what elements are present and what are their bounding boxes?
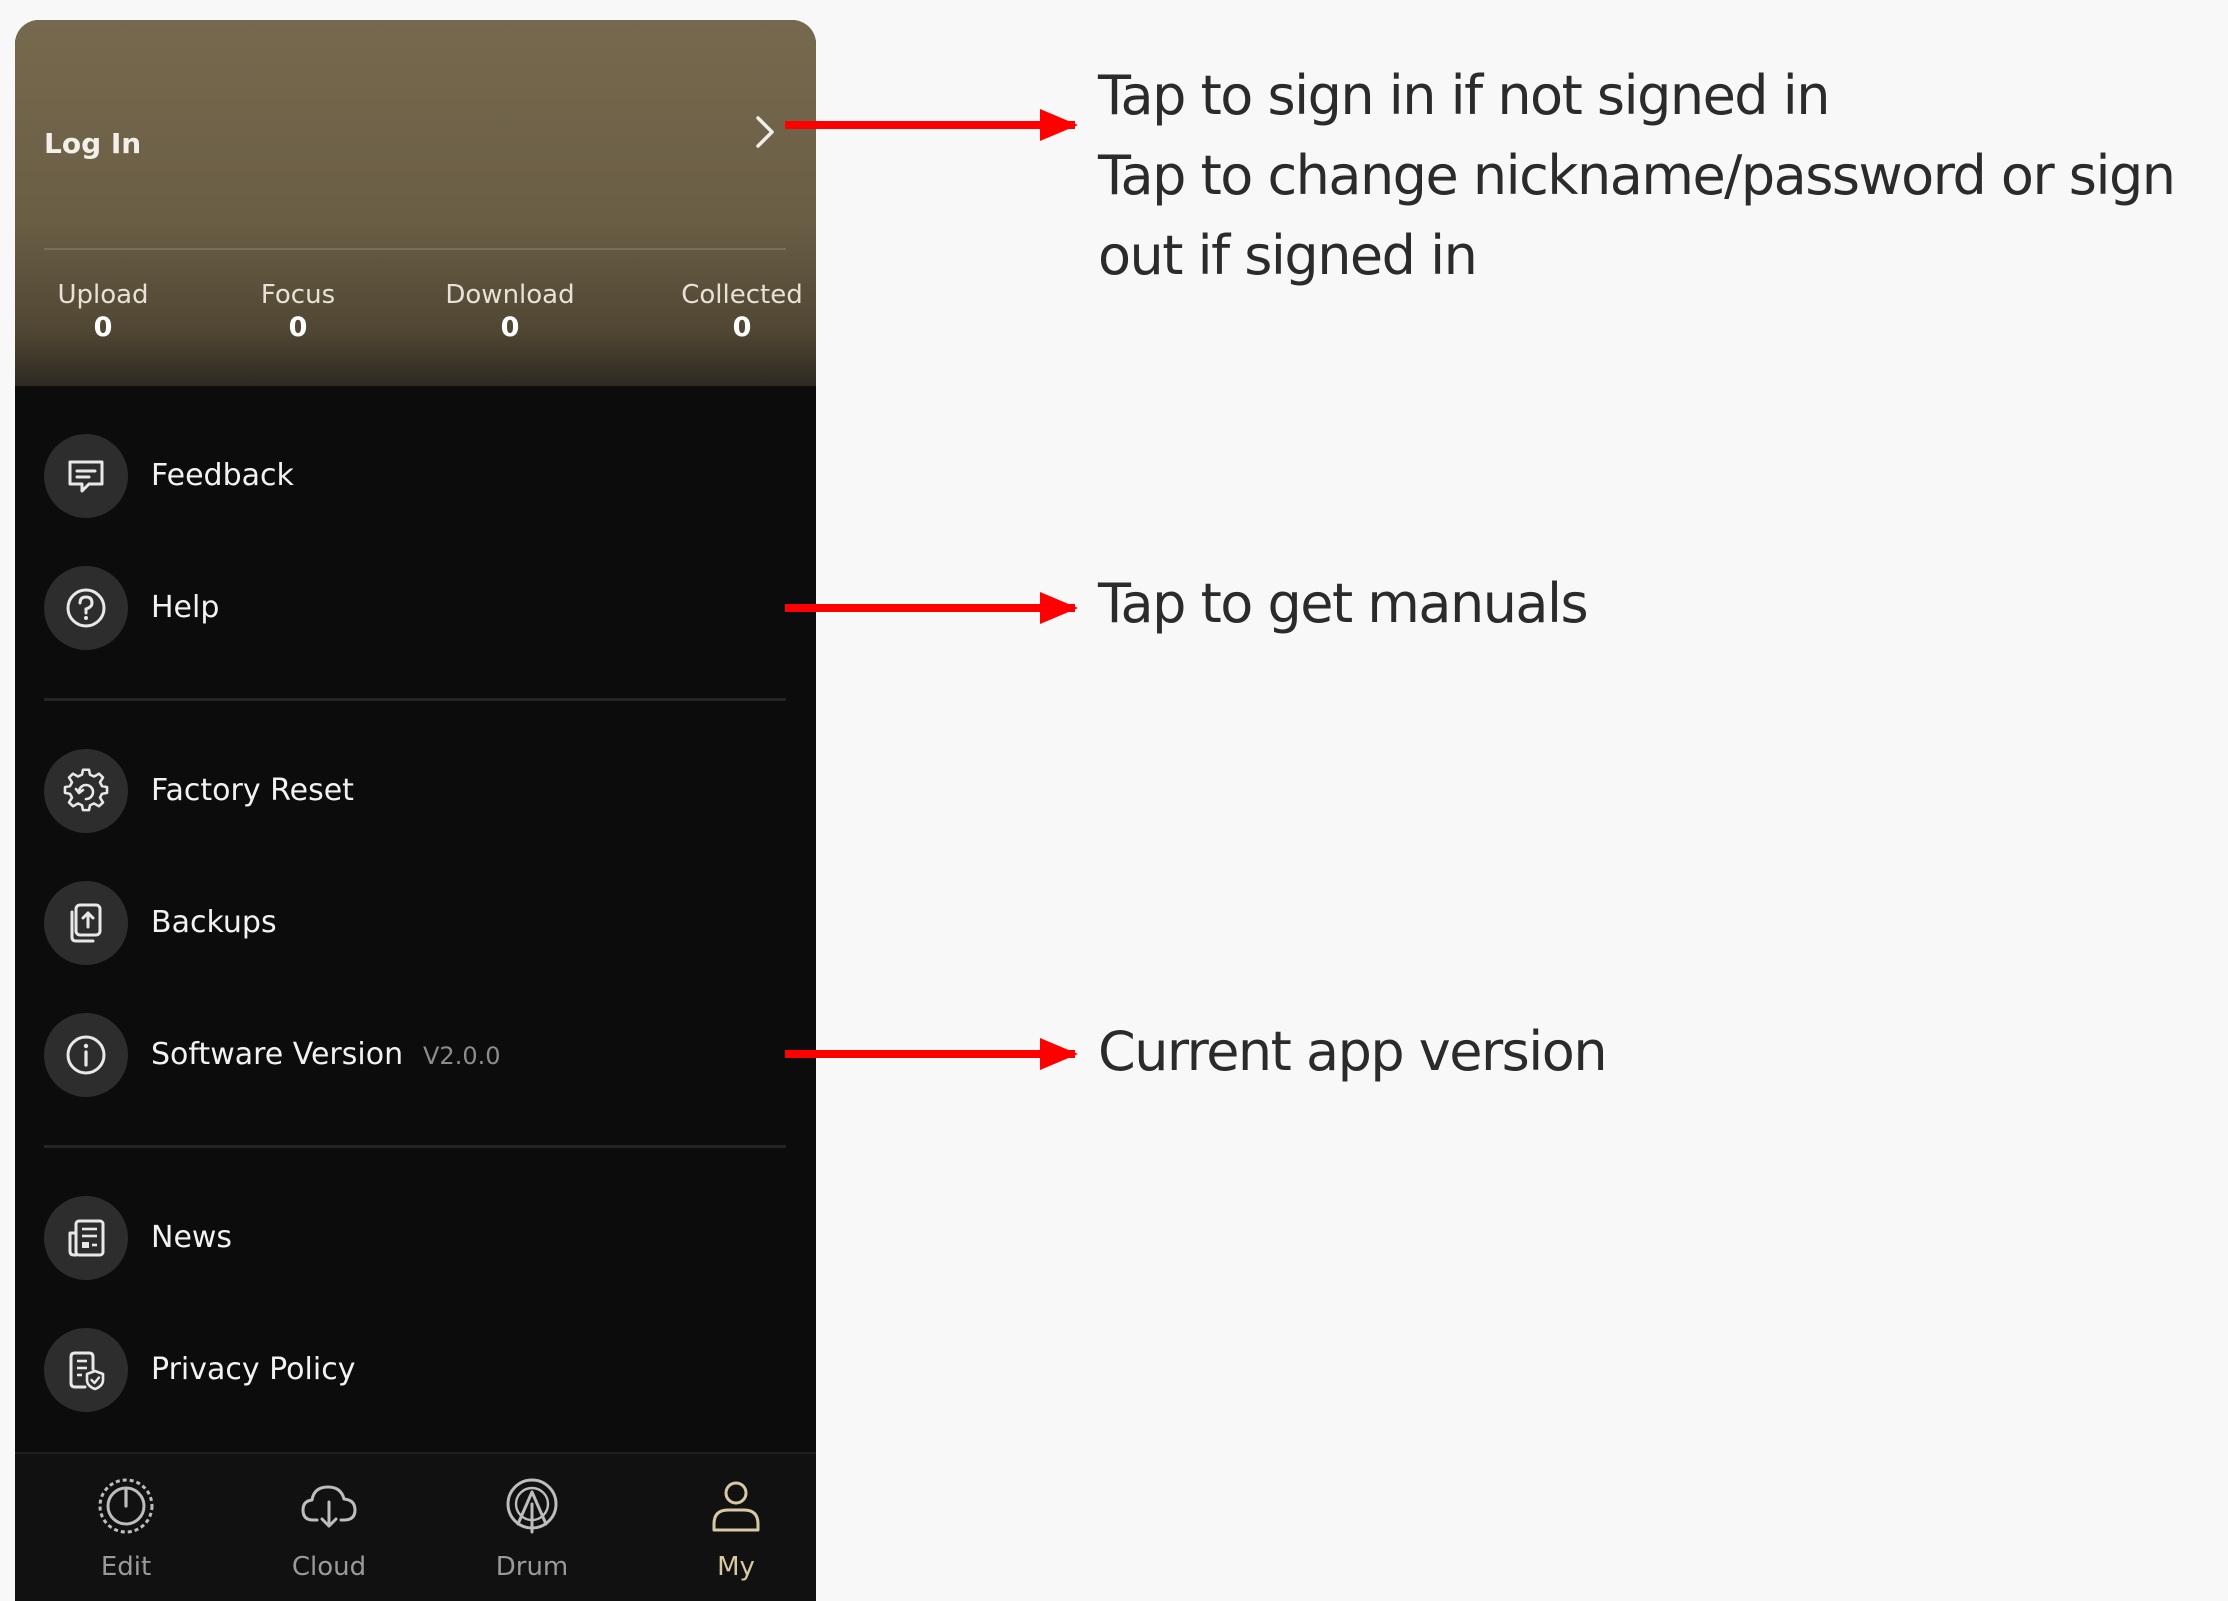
stat-focus[interactable]: Focus 0 — [213, 278, 383, 344]
stat-label: Focus — [260, 280, 336, 310]
stat-download[interactable]: Download 0 — [425, 278, 595, 344]
privacy-document-icon — [44, 1328, 128, 1412]
app-screen: Log In Upload 0 Focus 0 Download 0 Colle… — [15, 20, 816, 1601]
version-value: V2.0.0 — [423, 1042, 501, 1070]
stat-value: 0 — [500, 312, 520, 343]
edit-knob-icon — [94, 1474, 158, 1538]
annotation-version: Current app version — [1098, 1020, 1608, 1083]
tab-label-my: My — [717, 1552, 755, 1582]
tab-label-cloud: Cloud — [291, 1552, 367, 1582]
tab-my[interactable]: My — [636, 1454, 816, 1601]
cloud-download-icon — [297, 1474, 361, 1538]
annotation-login-line2: Tap to change nickname/password or sign — [1098, 144, 2176, 207]
drum-icon — [500, 1474, 564, 1538]
user-icon — [704, 1474, 768, 1538]
section-divider — [44, 1145, 786, 1148]
stat-label: Upload — [57, 280, 149, 310]
chevron-right-icon[interactable] — [750, 112, 780, 152]
stat-value: 0 — [288, 312, 308, 343]
stat-label: Collected — [681, 280, 803, 310]
menu-label-backups: Backups — [151, 905, 277, 940]
annotation-arrowhead-version — [1040, 1038, 1078, 1070]
tab-label-drum: Drum — [495, 1552, 569, 1582]
menu-item-software-version[interactable]: Software Version V2.0.0 — [15, 995, 816, 1115]
annotation-arrowhead-login — [1040, 109, 1078, 141]
menu-label-factory-reset: Factory Reset — [151, 773, 354, 808]
stat-collected[interactable]: Collected 0 — [657, 278, 816, 344]
annotation-help: Tap to get manuals — [1098, 572, 1589, 635]
annotation-arrow-version — [785, 1050, 1075, 1058]
account-header: Log In Upload 0 Focus 0 Download 0 Colle… — [15, 20, 816, 386]
login-label[interactable]: Log In — [44, 128, 141, 160]
menu-item-factory-reset[interactable]: Factory Reset — [15, 731, 816, 851]
menu-item-help[interactable]: Help — [15, 548, 816, 668]
menu-item-news[interactable]: News — [15, 1178, 816, 1298]
tab-edit[interactable]: Edit — [26, 1454, 226, 1601]
stat-label: Download — [445, 280, 575, 310]
stat-value: 0 — [732, 312, 752, 343]
stat-upload[interactable]: Upload 0 — [18, 278, 188, 344]
annotation-arrow-help — [785, 604, 1075, 612]
tab-label-edit: Edit — [100, 1552, 152, 1582]
info-icon — [44, 1013, 128, 1097]
annotation-login-line1: Tap to sign in if not signed in — [1098, 64, 1830, 127]
stat-value: 0 — [93, 312, 113, 343]
menu-label-feedback: Feedback — [151, 458, 294, 493]
tab-cloud[interactable]: Cloud — [229, 1454, 429, 1601]
section-divider — [44, 698, 786, 701]
feedback-icon — [44, 434, 128, 518]
header-divider — [44, 248, 786, 250]
menu-label-news: News — [151, 1220, 233, 1255]
tab-bar: Edit Cloud Drum My — [15, 1452, 816, 1601]
help-icon — [44, 566, 128, 650]
backup-icon — [44, 881, 128, 965]
tab-drum[interactable]: Drum — [432, 1454, 632, 1601]
menu-item-privacy-policy[interactable]: Privacy Policy — [15, 1310, 816, 1430]
news-icon — [44, 1196, 128, 1280]
menu-label-software-version: Software Version — [151, 1037, 404, 1072]
menu-label-privacy-policy: Privacy Policy — [151, 1352, 356, 1387]
menu-item-backups[interactable]: Backups — [15, 863, 816, 983]
annotation-arrowhead-help — [1040, 592, 1078, 624]
menu-item-feedback[interactable]: Feedback — [15, 416, 816, 536]
gear-icon — [44, 749, 128, 833]
menu-label-help: Help — [151, 590, 220, 625]
annotation-arrow-login — [785, 121, 1075, 129]
annotation-login-line3: out if signed in — [1098, 224, 1478, 287]
